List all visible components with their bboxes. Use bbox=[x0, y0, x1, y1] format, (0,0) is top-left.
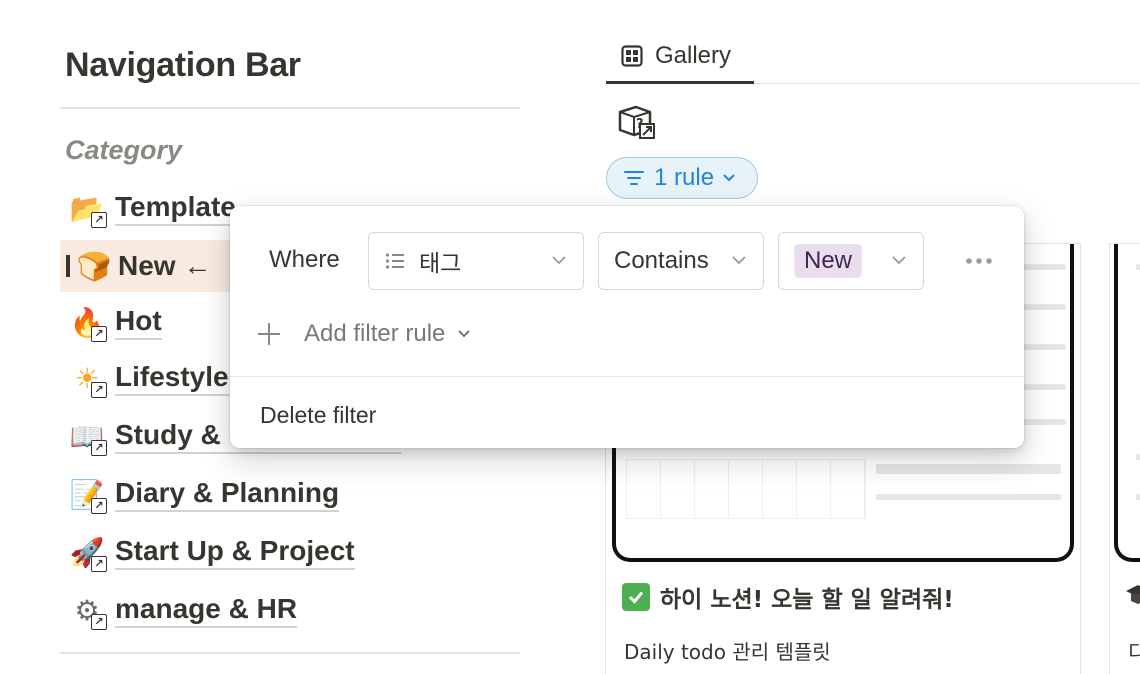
bread-icon: 🍞 bbox=[76, 249, 112, 283]
popup-divider bbox=[230, 376, 1024, 377]
nav-item-label: Diary & Planning bbox=[115, 476, 340, 512]
gallery-grid-icon bbox=[621, 45, 643, 67]
category-heading: Category bbox=[65, 135, 183, 165]
property-select-value: 태그 bbox=[419, 251, 462, 277]
nav-item-label: Hot bbox=[115, 304, 162, 340]
nav-item-startup[interactable]: 🚀 ↗ Start Up & Project bbox=[60, 526, 520, 578]
book-icon: 📖 ↗ bbox=[67, 416, 107, 456]
check-mark-icon bbox=[622, 583, 650, 611]
nav-item-manage[interactable]: ⚙ ↗ manage & HR bbox=[60, 584, 520, 636]
chevron-down-icon bbox=[458, 330, 471, 338]
folder-icon: 📂 ↗ bbox=[67, 188, 107, 228]
bottom-divider bbox=[60, 652, 520, 654]
filter-rule-count: 1 rule bbox=[654, 164, 715, 191]
rocket-icon: 🚀 ↗ bbox=[67, 532, 107, 572]
more-options-icon[interactable] bbox=[964, 256, 994, 266]
list-icon bbox=[385, 253, 404, 269]
card-title-text: 하이 노션! 오늘 할 일 알려줘! bbox=[660, 587, 954, 613]
where-label: Where bbox=[269, 246, 340, 273]
memo-icon: 📝 ↗ bbox=[67, 474, 107, 514]
add-filter-rule-label: Add filter rule bbox=[304, 320, 446, 347]
sun-icon: ☀ ↗ bbox=[67, 358, 107, 398]
card-description: 디 bbox=[1128, 636, 1140, 665]
add-filter-rule-button[interactable]: Add filter rule bbox=[256, 316, 471, 352]
nav-item-label: Lifestyle bbox=[115, 360, 229, 396]
delete-filter-button[interactable]: Delete filter bbox=[260, 402, 376, 429]
nav-item-label: Start Up & Project bbox=[115, 534, 355, 570]
page-title: Navigation Bar bbox=[65, 46, 301, 84]
nav-item-diary[interactable]: 📝 ↗ Diary & Planning bbox=[60, 468, 520, 520]
graduation-cap-icon bbox=[1126, 585, 1140, 604]
card-title: 하이 노션! 오늘 할 일 알려줘! bbox=[622, 580, 954, 614]
filter-popup: Where 태그 Contains New Add filter rule De… bbox=[230, 206, 1024, 448]
nav-item-label: Template bbox=[115, 190, 236, 226]
card-description: Daily todo 관리 템플릿 bbox=[624, 640, 831, 664]
nav-item-label: manage & HR bbox=[115, 592, 298, 628]
tab-gallery[interactable]: Gallery bbox=[606, 28, 754, 84]
gallery-card[interactable]: 디 bbox=[1109, 243, 1140, 674]
chevron-down-icon bbox=[552, 256, 566, 265]
fire-icon: 🔥 ↗ bbox=[67, 302, 107, 342]
operator-select-value: Contains bbox=[614, 247, 709, 274]
card-preview-image bbox=[1114, 244, 1140, 562]
value-select[interactable]: New bbox=[778, 232, 924, 290]
text-cursor bbox=[66, 255, 70, 277]
title-divider bbox=[60, 107, 520, 109]
tab-label: Gallery bbox=[655, 42, 732, 69]
chevron-down-icon bbox=[732, 256, 746, 265]
chevron-down-icon bbox=[892, 256, 906, 265]
plus-icon bbox=[258, 323, 280, 345]
filter-rule-pill[interactable]: 1 rule bbox=[606, 157, 758, 199]
tag-new-badge: New bbox=[794, 244, 863, 278]
gear-icon: ⚙ ↗ bbox=[67, 590, 107, 630]
nav-item-label: New ← bbox=[118, 250, 212, 281]
database-link-icon[interactable]: ? bbox=[616, 104, 656, 140]
filter-lines-icon bbox=[624, 171, 644, 185]
tab-active-indicator bbox=[606, 81, 754, 84]
property-select[interactable]: 태그 bbox=[368, 232, 584, 290]
chevron-down-icon bbox=[723, 174, 735, 182]
operator-select[interactable]: Contains bbox=[598, 232, 764, 290]
